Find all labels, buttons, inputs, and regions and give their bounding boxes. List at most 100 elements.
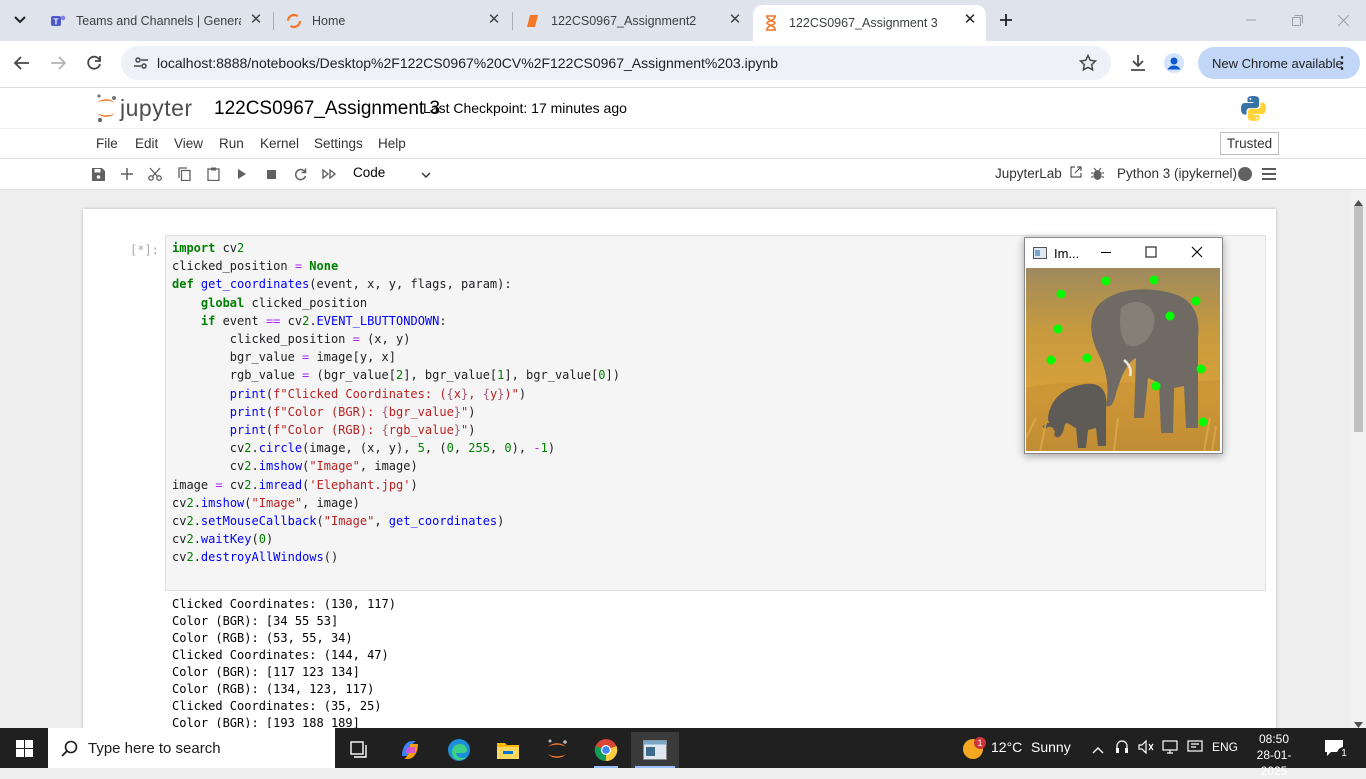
minimize-window-button[interactable] xyxy=(1228,0,1274,40)
python-window-app[interactable] xyxy=(631,732,679,768)
jupyter-app[interactable] xyxy=(533,732,581,768)
code-line: global clicked_position xyxy=(200,295,368,310)
close-icon[interactable]: ✕ xyxy=(962,12,978,28)
kernel-name[interactable]: Python 3 (ipykernel) xyxy=(1117,166,1237,181)
search-icon xyxy=(61,740,78,757)
task-view-button[interactable] xyxy=(336,732,384,768)
close-icon[interactable]: ✕ xyxy=(248,12,264,28)
opencv-image-window[interactable]: Im... xyxy=(1024,237,1223,454)
volume-muted-icon[interactable] xyxy=(1138,739,1154,757)
menu-run[interactable]: Run xyxy=(219,136,244,151)
output-line: Color (BGR): [34 55 53] xyxy=(172,614,339,628)
image-window-title: Im... xyxy=(1054,246,1080,261)
start-button[interactable] xyxy=(0,728,48,768)
close-icon[interactable]: ✕ xyxy=(486,12,502,28)
menu-view[interactable]: View xyxy=(174,136,203,151)
close-icon[interactable] xyxy=(1191,246,1203,261)
output-line: Color (RGB): (53, 55, 34) xyxy=(172,631,353,645)
code-line: print(f"Color (RGB): {rgb_value}") xyxy=(229,423,476,438)
avatar-icon xyxy=(1164,53,1184,73)
chevron-up-icon[interactable] xyxy=(1092,742,1104,757)
code-line: cv2.imshow("Image", image) xyxy=(172,459,418,474)
menu-settings[interactable]: Settings xyxy=(314,136,363,151)
elephant-photo xyxy=(1026,268,1220,451)
restore-window-button[interactable] xyxy=(1274,0,1320,40)
restart-icon[interactable] xyxy=(291,165,309,183)
cell-type-select[interactable]: Code xyxy=(353,165,433,183)
display-icon[interactable] xyxy=(1187,740,1203,757)
elephant-image[interactable] xyxy=(1026,268,1220,451)
jupyter-logo[interactable]: jupyter xyxy=(95,93,205,123)
jupyterlab-link[interactable]: JupyterLab xyxy=(995,166,1083,184)
browser-tab-assignment3[interactable]: 122CS0967_Assignment 3 ✕ xyxy=(753,5,986,41)
new-chrome-available-button[interactable]: New Chrome available ⋮ xyxy=(1198,47,1360,79)
file-explorer-app[interactable] xyxy=(484,732,532,768)
notebook-title[interactable]: 122CS0967_Assignment 3 xyxy=(214,98,440,120)
browser-tab-strip: T Teams and Channels | General | ✕ Home … xyxy=(0,0,1366,41)
close-window-button[interactable] xyxy=(1320,0,1366,40)
search-placeholder: Type here to search xyxy=(88,739,221,757)
windows-logo-icon xyxy=(15,739,33,757)
tab-title: Teams and Channels | General | xyxy=(76,13,241,28)
browser-tab-assignment2[interactable]: 122CS0967_Assignment2 ✕ xyxy=(513,0,751,41)
taskbar-search-box[interactable]: Type here to search xyxy=(48,728,335,768)
forward-button[interactable] xyxy=(44,49,72,77)
jupyter-logo-icon xyxy=(97,94,116,122)
code-line: print(f"Color (BGR): {bgr_value}") xyxy=(229,404,476,419)
address-bar[interactable]: localhost:8888/notebooks/Desktop%2F122CS… xyxy=(121,46,1111,80)
notebook-scrollbar[interactable] xyxy=(1351,190,1366,728)
plus-icon xyxy=(1000,14,1012,26)
cell-output: Clicked Coordinates: (130, 117) Color (BG… xyxy=(172,596,396,728)
notification-count: 1 xyxy=(1337,747,1351,761)
stop-icon[interactable] xyxy=(262,165,280,183)
weather-widget[interactable]: 1 12°C Sunny xyxy=(960,728,1072,768)
debugger-bug-icon[interactable] xyxy=(1088,165,1106,183)
reload-button[interactable] xyxy=(80,49,108,77)
run-icon[interactable] xyxy=(233,165,251,183)
code-line: bgr_value = image[y, x] xyxy=(172,350,396,365)
minimize-icon[interactable] xyxy=(1100,246,1112,261)
browser-tab-home[interactable]: Home ✕ xyxy=(274,0,510,41)
hamburger-menu-icon[interactable] xyxy=(1260,165,1278,183)
chrome-app[interactable] xyxy=(582,732,630,768)
minimize-icon xyxy=(1246,19,1256,21)
save-icon[interactable] xyxy=(89,165,107,183)
tab-search-button[interactable] xyxy=(6,6,34,34)
tab-title: Home xyxy=(312,13,346,28)
input-language[interactable]: ENG xyxy=(1212,740,1238,754)
trusted-indicator[interactable]: Trusted xyxy=(1220,132,1279,155)
downloads-button[interactable] xyxy=(1124,49,1152,77)
code-line: print(f"Clicked Coordinates: ({x}, {y})"… xyxy=(229,386,527,401)
cut-icon[interactable] xyxy=(146,165,164,183)
close-icon[interactable]: ✕ xyxy=(727,12,743,28)
output-line: Clicked Coordinates: (35, 25) xyxy=(172,699,382,713)
back-button[interactable] xyxy=(8,49,36,77)
code-line: clicked_position = (x, y) xyxy=(172,332,411,347)
code-line: cv2.waitKey(0) xyxy=(172,532,274,547)
profile-button[interactable] xyxy=(1160,49,1188,77)
new-tab-button[interactable] xyxy=(992,6,1020,34)
clock[interactable]: 08:50 28-01-2025 xyxy=(1244,731,1304,778)
code-line: cv2.imshow("Image", image) xyxy=(172,495,360,510)
paste-icon[interactable] xyxy=(204,165,222,183)
maximize-icon[interactable] xyxy=(1145,246,1157,261)
notebook-menu-bar: File Edit View Run Kernel Settings Help … xyxy=(0,129,1366,159)
copilot-app[interactable] xyxy=(386,732,434,768)
close-icon xyxy=(1337,14,1349,26)
copy-icon[interactable] xyxy=(175,165,193,183)
site-info-icon[interactable] xyxy=(133,55,149,74)
fast-forward-icon[interactable] xyxy=(320,165,338,183)
menu-help[interactable]: Help xyxy=(378,136,406,151)
add-cell-icon[interactable] xyxy=(118,165,136,183)
menu-file[interactable]: File xyxy=(96,136,118,151)
scrollbar-thumb[interactable] xyxy=(1354,206,1363,432)
menu-kernel[interactable]: Kernel xyxy=(260,136,299,151)
network-icon[interactable] xyxy=(1162,740,1180,757)
headset-icon[interactable] xyxy=(1115,739,1129,758)
browser-tab-teams[interactable]: T Teams and Channels | General | ✕ xyxy=(40,0,272,41)
bookmark-star-icon[interactable] xyxy=(1078,53,1098,75)
reload-icon xyxy=(87,55,101,70)
menu-edit[interactable]: Edit xyxy=(135,136,158,151)
output-line: Color (RGB): (134, 123, 117) xyxy=(172,682,375,696)
edge-app[interactable] xyxy=(435,732,483,768)
